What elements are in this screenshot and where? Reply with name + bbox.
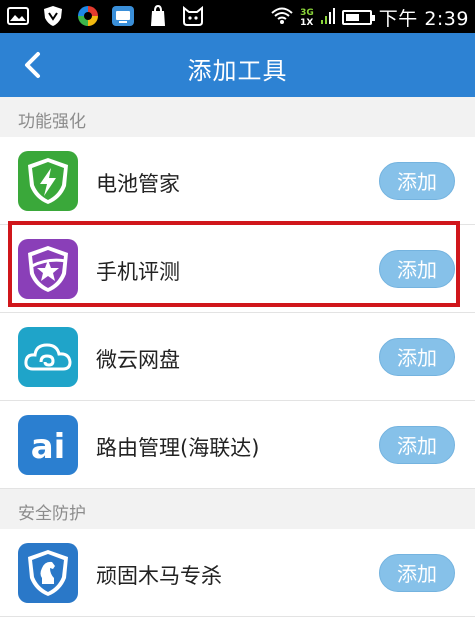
cloud-icon	[18, 327, 78, 387]
picture-icon	[6, 5, 30, 27]
battery-shield-icon	[18, 151, 78, 211]
signal-icon	[320, 7, 335, 28]
list-item-trojan-killer[interactable]: 顽固木马专杀 添加	[0, 529, 475, 617]
network-type-1x: 1X	[300, 17, 314, 28]
ai-router-icon: ai	[18, 415, 78, 475]
page-title: 添加工具	[187, 57, 288, 85]
item-label: 路由管理(海联达)	[96, 436, 260, 460]
battery-fill	[345, 14, 359, 21]
battery-icon	[341, 10, 375, 25]
section-label: 安全防护	[18, 504, 86, 524]
add-button[interactable]: 添加	[379, 338, 455, 376]
wifi-icon	[271, 7, 293, 29]
cat-face-icon	[181, 5, 205, 27]
phone-test-star-icon	[18, 239, 78, 299]
section-label: 功能强化	[18, 112, 86, 132]
network-type-3g: 3G	[300, 7, 314, 18]
add-button[interactable]: 添加	[379, 426, 455, 464]
app-manager-icon	[111, 5, 135, 27]
color-wheel-icon	[76, 5, 100, 27]
item-label: 电池管家	[96, 172, 180, 196]
item-label: 顽固木马专杀	[96, 564, 222, 588]
add-button[interactable]: 添加	[379, 250, 455, 288]
section-header-enhance: 功能强化	[0, 97, 475, 137]
section-header-security: 安全防护	[0, 489, 475, 529]
list-item-router-manager[interactable]: ai 路由管理(海联达) 添加	[0, 401, 475, 489]
cleaner-bag-icon	[146, 5, 170, 27]
add-button[interactable]: 添加	[379, 554, 455, 592]
status-bar: 3G 1X 下午 2:39	[0, 0, 475, 33]
app-header: 添加工具	[0, 33, 475, 97]
item-label: 微云网盘	[96, 348, 180, 372]
vpn-shield-icon	[41, 5, 65, 27]
clock: 下午 2:39	[378, 8, 469, 30]
horse-shield-icon	[18, 543, 78, 603]
list-item-battery-manager[interactable]: 电池管家 添加	[0, 137, 475, 225]
network-indicator: 3G 1X	[300, 8, 314, 28]
item-label: 手机评测	[96, 260, 180, 284]
add-button[interactable]: 添加	[379, 162, 455, 200]
list-item-weiyun-drive[interactable]: 微云网盘 添加	[0, 313, 475, 401]
list-item-phone-benchmark[interactable]: 手机评测 添加	[0, 225, 475, 313]
svg-text:ai: ai	[31, 427, 66, 465]
